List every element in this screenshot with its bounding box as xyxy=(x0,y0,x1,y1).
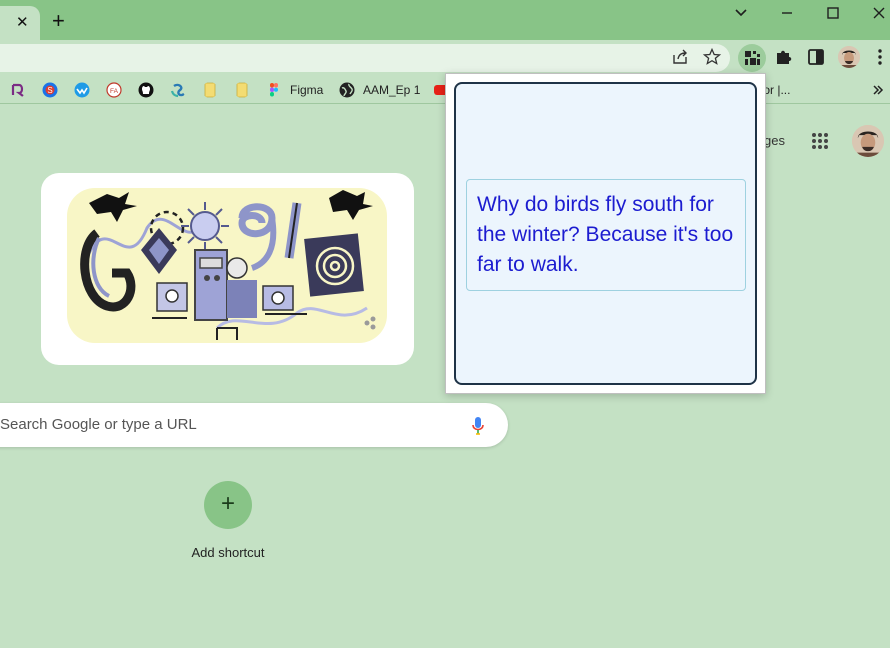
side-panel-icon[interactable] xyxy=(806,47,826,67)
tab-search-chevron-icon[interactable] xyxy=(732,4,750,22)
bookmark-2-favicon-icon: S xyxy=(42,82,58,98)
new-tab-button[interactable]: + xyxy=(52,10,65,32)
bookmark-6[interactable] xyxy=(170,82,186,98)
svg-text:FA: FA xyxy=(110,88,119,95)
bookmark-github[interactable] xyxy=(138,82,154,98)
bookmark-folder-1[interactable] xyxy=(202,82,218,98)
google-account-avatar[interactable] xyxy=(852,125,884,157)
extension-popup: Why do birds fly south for the winter? B… xyxy=(445,73,766,394)
extension-qr-icon xyxy=(745,51,760,65)
folder-icon xyxy=(204,82,216,98)
search-box[interactable]: Search Google or type a URL xyxy=(0,403,508,447)
bookmarks-overflow-chevron-icon[interactable] xyxy=(872,84,884,96)
bookmark-youtube[interactable] xyxy=(434,82,445,98)
bookmark-4-favicon-icon: FA xyxy=(106,82,122,98)
profile-face-icon xyxy=(838,46,860,68)
close-window-icon[interactable] xyxy=(870,4,888,22)
bookmark-label: Figma xyxy=(290,83,324,97)
google-doodle-card[interactable] xyxy=(41,173,414,365)
add-shortcut-button[interactable]: + xyxy=(204,481,252,529)
bookmark-aam[interactable]: AAM_Ep 1 xyxy=(339,82,420,98)
plus-icon: + xyxy=(220,490,235,517)
address-bar[interactable] xyxy=(0,44,730,72)
github-icon xyxy=(138,82,154,98)
bookmark-star-icon[interactable] xyxy=(702,47,722,67)
bookmark-6-favicon-icon xyxy=(170,83,185,98)
profile-avatar[interactable] xyxy=(838,46,860,68)
share-icon[interactable] xyxy=(670,47,690,67)
bookmark-figma[interactable]: Figma xyxy=(266,82,323,98)
svg-text:S: S xyxy=(47,86,52,95)
maximize-icon[interactable] xyxy=(824,4,842,22)
google-apps-icon[interactable] xyxy=(811,132,829,150)
globe-icon xyxy=(339,82,355,98)
bookmark-3-favicon-icon xyxy=(74,82,90,98)
tab-close-button[interactable]: ✕ xyxy=(16,15,29,31)
profile-face-icon xyxy=(852,125,884,157)
voice-search-mic-icon[interactable] xyxy=(471,416,485,436)
bookmark-2[interactable]: S xyxy=(42,82,58,98)
active-extension-button[interactable] xyxy=(738,44,766,72)
popup-panel: Why do birds fly south for the winter? B… xyxy=(454,82,757,385)
google-doodle-illustration xyxy=(67,188,387,343)
search-input[interactable]: Search Google or type a URL xyxy=(0,416,197,433)
extensions-puzzle-icon[interactable] xyxy=(774,47,794,67)
youtube-icon xyxy=(434,85,445,95)
active-tab[interactable]: ✕ xyxy=(0,6,40,40)
folder-icon xyxy=(236,82,248,98)
joke-text: Why do birds fly south for the winter? B… xyxy=(466,179,746,291)
bookmark-4[interactable]: FA xyxy=(106,82,122,98)
bookmark-1[interactable] xyxy=(10,82,26,98)
minimize-icon[interactable] xyxy=(778,4,796,22)
bookmark-folder-2[interactable] xyxy=(234,82,250,98)
tab-strip: ✕ + xyxy=(0,0,890,40)
chrome-menu-icon[interactable] xyxy=(870,47,890,67)
images-link[interactable]: ges xyxy=(764,133,785,148)
bookmark-1-favicon-icon xyxy=(11,83,24,97)
add-shortcut-label[interactable]: Add shortcut xyxy=(168,545,288,560)
bookmark-3[interactable] xyxy=(74,82,90,98)
bookmark-label: AAM_Ep 1 xyxy=(363,83,421,97)
figma-icon xyxy=(270,83,278,97)
